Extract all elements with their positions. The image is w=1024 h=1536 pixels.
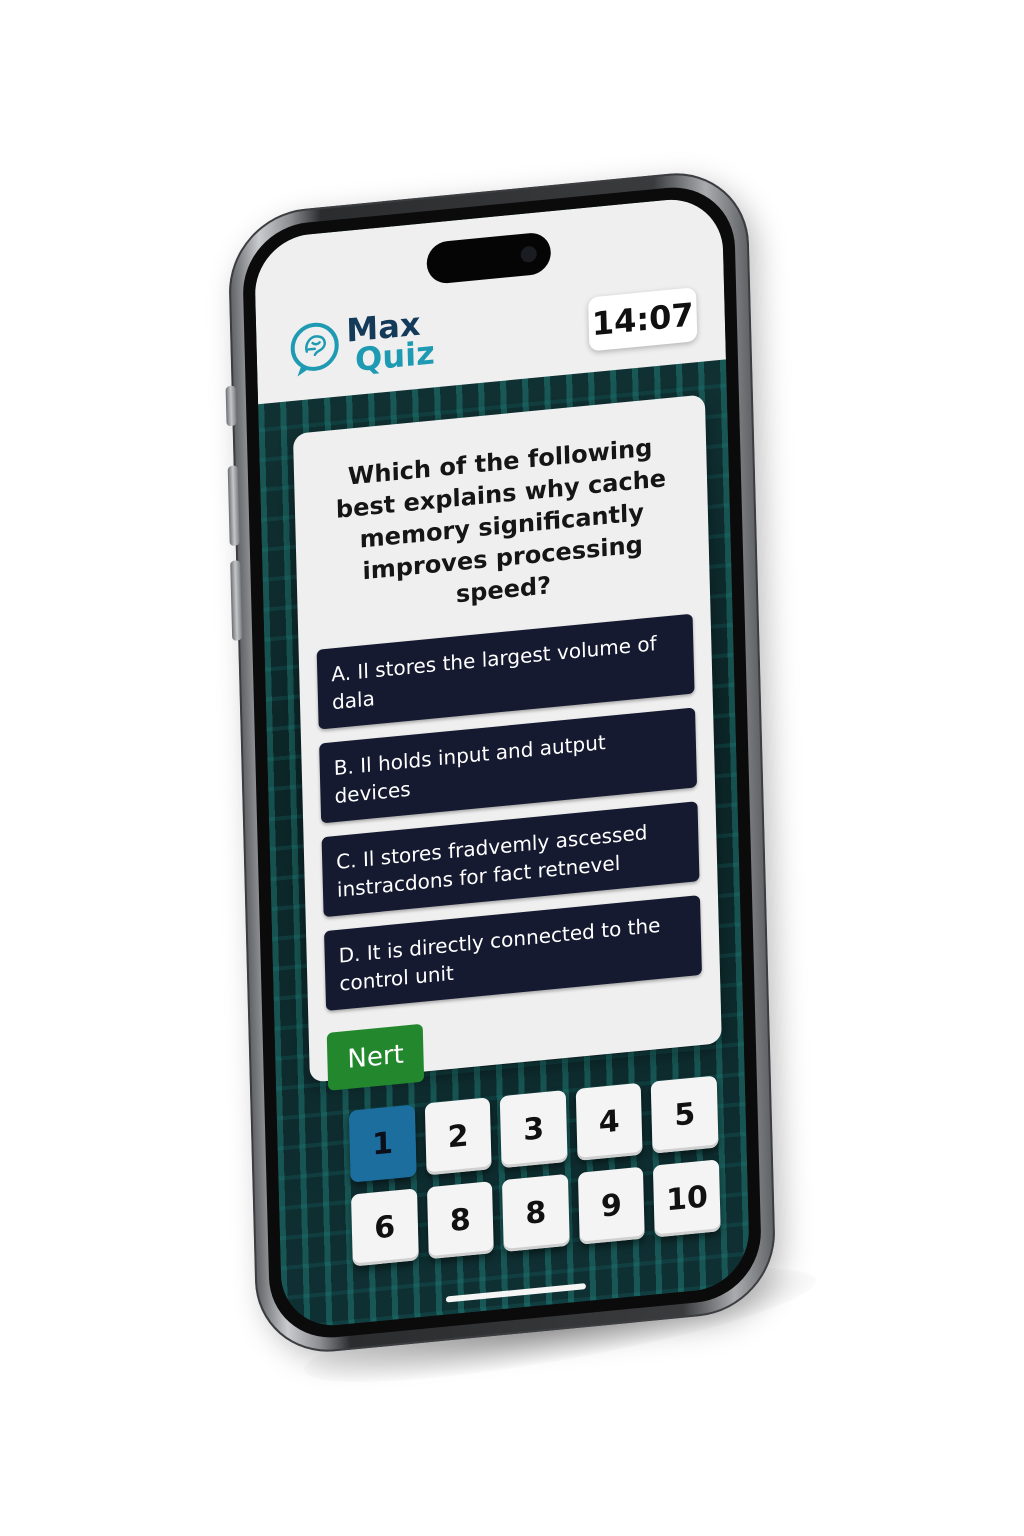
question-number-button[interactable]: 8 [502, 1173, 570, 1252]
app-logo: Max Quiz [286, 305, 436, 381]
logo-quiz: Quiz [354, 333, 436, 379]
stage: Max Quiz 14:07 Which of the following be… [0, 0, 1024, 1536]
brain-bubble-icon [286, 318, 343, 379]
question-number-button[interactable]: 5 [651, 1075, 719, 1154]
volume-down-button [230, 560, 243, 641]
question-number-button[interactable]: 3 [499, 1090, 568, 1169]
volume-up-button [227, 465, 240, 547]
next-button[interactable]: Nert [326, 1023, 425, 1091]
question-number-button[interactable]: 9 [577, 1166, 646, 1245]
question-number-button[interactable]: 8 [426, 1181, 495, 1260]
question-text: Which of the following best explains why… [335, 433, 667, 609]
camera-icon [520, 245, 537, 264]
mute-switch [225, 385, 237, 427]
question-number-button[interactable]: 4 [575, 1082, 643, 1161]
logo-text: Max Quiz [346, 305, 436, 379]
option-d[interactable]: D. It is directly connected to the contr… [324, 895, 702, 1011]
question-number-button[interactable]: 1 [348, 1104, 417, 1183]
question-number-button[interactable]: 6 [350, 1188, 419, 1267]
dynamic-island [426, 231, 552, 286]
screen: Max Quiz 14:07 Which of the following be… [253, 194, 751, 1331]
question-number-button[interactable]: 2 [424, 1097, 492, 1176]
answer-options: A. Il stores the largest volume of dala … [316, 613, 702, 1011]
question-number-button[interactable]: 10 [653, 1159, 721, 1238]
countdown-timer: 14:07 [588, 287, 698, 352]
phone: Max Quiz 14:07 Which of the following be… [225, 166, 777, 1359]
question-card: Which of the following best explains why… [292, 394, 722, 1091]
